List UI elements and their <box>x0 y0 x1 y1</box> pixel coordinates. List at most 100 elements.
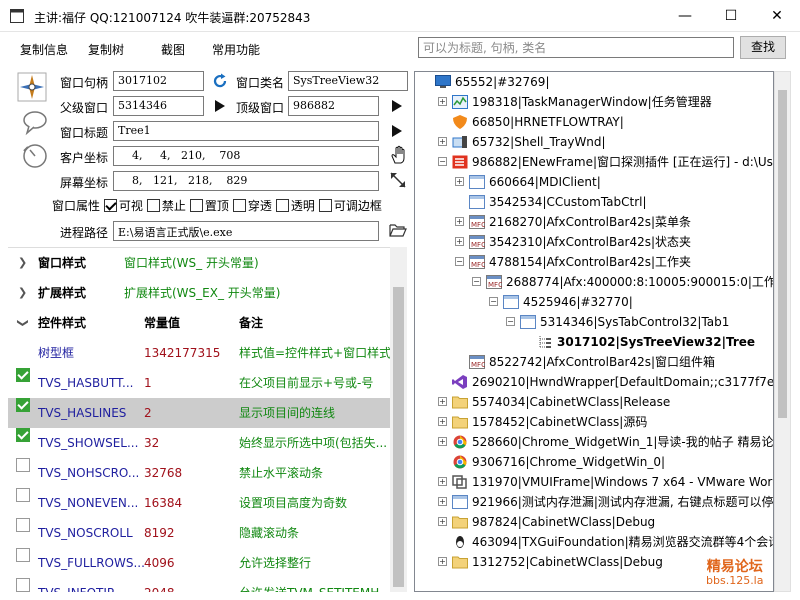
find-button[interactable]: 查找 <box>740 36 786 59</box>
tree-node[interactable]: +987824|CabinetWClass|Debug <box>415 512 773 532</box>
style-row[interactable]: TVS_NOHSCRO... 32768 禁止水平滚动条 <box>8 458 390 488</box>
search-input[interactable] <box>418 37 734 58</box>
speech-bubble-icon[interactable] <box>20 108 50 138</box>
crosshair-finder-icon[interactable] <box>17 72 47 102</box>
collapse-icon[interactable]: − <box>472 277 481 286</box>
close-button[interactable]: ✕ <box>754 0 800 32</box>
attr-checkbox-item[interactable]: 可视 <box>103 197 143 214</box>
attr-checkbox-item[interactable]: 禁止 <box>146 197 186 214</box>
expand-icon[interactable]: + <box>438 557 447 566</box>
unchecked-checkbox[interactable] <box>16 548 30 562</box>
checkbox[interactable] <box>146 199 160 212</box>
style-row[interactable]: TVS_FULLROWS... 4096 允许选择整行 <box>8 548 390 578</box>
menu-common-functions[interactable]: 常用功能 <box>212 41 260 58</box>
tree-node[interactable]: +528660|Chrome_WidgetWin_1|导读-我的帖子 精易论坛 … <box>415 432 773 452</box>
ctrl-style-row[interactable]: ❯ 控件样式 常量值 备注 <box>8 308 390 338</box>
style-row[interactable]: TVS_NONEVEN... 16384 设置项目高度为奇数 <box>8 488 390 518</box>
expand-icon[interactable]: + <box>438 137 447 146</box>
ex-style-row[interactable]: ❯ 扩展样式 扩展样式(WS_EX_ 开头常量) <box>8 278 390 308</box>
tree-node[interactable]: +921966|测试内存泄漏|测试内存泄漏, 右键点标题可以停止... <box>415 492 773 512</box>
tree-node[interactable]: +660664|MDIClient| <box>415 172 773 192</box>
client-coords-field[interactable]: 4, 4, 210, 708 <box>113 146 379 166</box>
tree-node[interactable]: 66850|HRNETFLOWTRAY| <box>415 112 773 132</box>
attr-checkbox-item[interactable]: 置顶 <box>189 197 229 214</box>
style-row[interactable]: TVS_NOSCROLL 8192 隐藏滚动条 <box>8 518 390 548</box>
tree-node[interactable]: +198318|TaskManagerWindow|任务管理器 <box>415 92 773 112</box>
tree-node[interactable]: − 986882|ENewFrame|窗口探测插件 [正在运行] - d:\Use… <box>415 152 773 172</box>
menu-copy-info[interactable]: 复制信息 <box>20 41 68 58</box>
expand-icon[interactable]: + <box>438 97 447 106</box>
hwnd-field[interactable]: 3017102 <box>113 71 204 91</box>
window-style-row[interactable]: ❯ 窗口样式 窗口样式(WS_ 开头常量) <box>8 248 390 278</box>
expand-icon[interactable]: + <box>438 397 447 406</box>
scrollbar-thumb[interactable] <box>778 90 787 418</box>
go-parent-icon[interactable] <box>214 99 226 113</box>
collapse-icon[interactable]: − <box>489 297 498 306</box>
menu-screenshot[interactable]: 截图 <box>161 41 185 58</box>
collapse-icon[interactable]: − <box>438 157 447 166</box>
window-tree[interactable]: 65552|#32769| +198318|TaskManagerWindow|任… <box>414 71 774 592</box>
parent-field[interactable]: 5314346 <box>113 96 204 116</box>
tree-node-selected[interactable]: 3017102|SysTreeView32|Tree <box>415 332 773 352</box>
maximize-button[interactable]: ☐ <box>708 0 754 32</box>
expand-icon[interactable]: + <box>455 177 464 186</box>
checked-checkbox[interactable] <box>16 368 30 382</box>
tree-node[interactable]: +65732|Shell_TrayWnd| <box>415 132 773 152</box>
unchecked-checkbox[interactable] <box>16 488 30 502</box>
apply-title-icon[interactable] <box>391 124 403 138</box>
collapse-icon[interactable]: − <box>455 257 464 266</box>
expand-icon[interactable]: + <box>438 417 447 426</box>
tree-node[interactable]: 463094|TXGuiFoundation|精易浏览器交流群等4个会话 <box>415 532 773 552</box>
expand-icon[interactable]: + <box>438 497 447 506</box>
unchecked-checkbox[interactable] <box>16 458 30 472</box>
attr-checkbox-item[interactable]: 可调边框 <box>318 197 382 214</box>
style-row[interactable]: TVS_HASBUTT... 1 在父项目前显示+号或-号 <box>8 368 390 398</box>
tree-node[interactable]: +5574034|CabinetWClass|Release <box>415 392 773 412</box>
unchecked-checkbox[interactable] <box>16 578 30 592</box>
tree-node[interactable]: 2690210|HwndWrapper[DefaultDomain;;c3177… <box>415 372 773 392</box>
attr-checkbox-item[interactable]: 穿透 <box>232 197 272 214</box>
checkbox[interactable] <box>318 199 332 212</box>
expand-icon[interactable]: + <box>438 517 447 526</box>
expand-icon[interactable]: + <box>455 237 464 246</box>
open-folder-icon[interactable] <box>389 222 407 238</box>
tree-node[interactable]: − MFC 4788154|AfxControlBar42s|工作夹 <box>415 252 773 272</box>
expand-icon[interactable]: + <box>455 217 464 226</box>
style-row[interactable]: TVS_SHOWSEL... 32 始终显示所选中项(包括失... <box>8 428 390 458</box>
refresh-icon[interactable] <box>212 73 228 89</box>
top-window-field[interactable]: 986882 <box>288 96 379 116</box>
scrollbar-thumb[interactable] <box>393 287 404 587</box>
style-row[interactable]: TVS_INFOTIP 2048 允许发送TVM_SETITEMH... <box>8 578 390 592</box>
checkbox[interactable] <box>232 199 246 212</box>
resize-icon[interactable] <box>389 171 407 189</box>
process-path-field[interactable]: E:\易语言正式版\e.exe <box>113 221 379 241</box>
timer-icon[interactable] <box>20 141 50 171</box>
checkbox[interactable] <box>103 199 117 212</box>
title-bar[interactable]: 主讲:福仔 QQ:121007124 吹牛装逼群:20752843 — ☐ ✕ <box>0 0 800 32</box>
tree-node[interactable]: MFC 8522742|AfxControlBar42s|窗口组件箱 <box>415 352 773 372</box>
expand-icon[interactable]: + <box>438 437 447 446</box>
checkbox[interactable] <box>275 199 289 212</box>
minimize-button[interactable]: — <box>662 0 708 32</box>
screen-coords-field[interactable]: 8, 121, 218, 829 <box>113 171 379 191</box>
tree-node[interactable]: +131970|VMUIFrame|Windows 7 x64 - VMware… <box>415 472 773 492</box>
tree-node[interactable]: 65552|#32769| <box>415 72 773 92</box>
tree-node[interactable]: 9306716|Chrome_WidgetWin_0| <box>415 452 773 472</box>
tree-node[interactable]: − MFC 2688774|Afx:400000:8:10005:900015:0|… <box>415 272 773 292</box>
checked-checkbox[interactable] <box>16 428 30 442</box>
tree-node[interactable]: 3542534|CCustomTabCtrl| <box>415 192 773 212</box>
tree-node[interactable]: + MFC 2168270|AfxControlBar42s|菜单条 <box>415 212 773 232</box>
checked-checkbox[interactable] <box>16 398 30 412</box>
expand-icon[interactable]: + <box>438 477 447 486</box>
tree-node[interactable]: +1578452|CabinetWClass|源码 <box>415 412 773 432</box>
unchecked-checkbox[interactable] <box>16 518 30 532</box>
tree-node[interactable]: − 5314346|SysTabControl32|Tab1 <box>415 312 773 332</box>
collapse-icon[interactable]: − <box>506 317 515 326</box>
tree-node[interactable]: − 4525946|#32770| <box>415 292 773 312</box>
class-field[interactable]: SysTreeView32 <box>288 71 408 91</box>
title-field[interactable]: Tree1 <box>113 121 379 141</box>
go-top-icon[interactable] <box>391 99 403 113</box>
attr-checkbox-item[interactable]: 透明 <box>275 197 315 214</box>
menu-copy-tree[interactable]: 复制树 <box>88 41 124 58</box>
tree-scrollbar[interactable] <box>774 71 791 592</box>
